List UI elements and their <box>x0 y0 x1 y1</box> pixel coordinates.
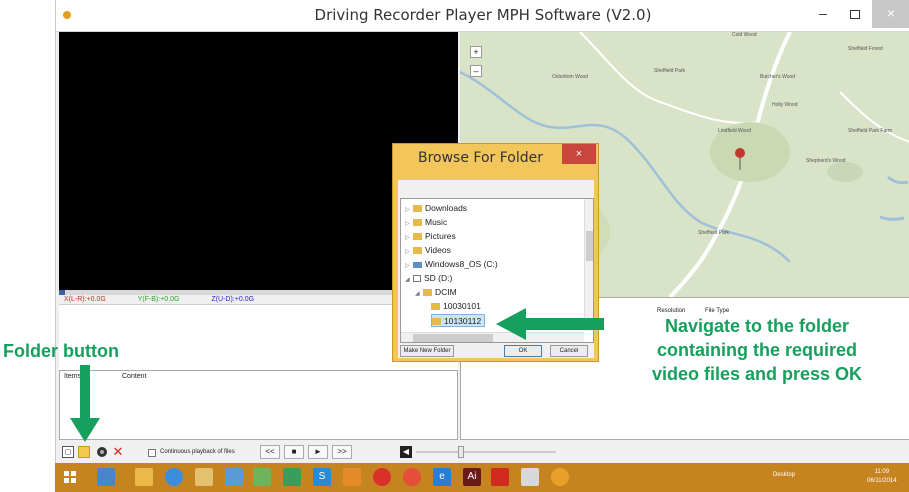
arrow-left-icon <box>496 308 604 340</box>
tray-desktop-label[interactable]: Desktop <box>773 472 795 478</box>
skype-icon[interactable]: S <box>313 468 331 486</box>
acrobat-icon[interactable] <box>491 468 509 486</box>
file-manager-icon[interactable] <box>195 468 213 486</box>
navigate-annotation-line: containing the required <box>656 340 857 360</box>
clock-time: 11:09 <box>874 469 890 475</box>
java-icon[interactable] <box>343 468 361 486</box>
start-button[interactable] <box>61 468 79 486</box>
navigate-annotation-line: video files and press OK <box>651 364 863 384</box>
leaf-app-icon[interactable] <box>253 468 271 486</box>
navigate-annotation: Navigate to the folder containing the re… <box>606 314 908 386</box>
explorer-icon[interactable] <box>135 468 153 486</box>
folder-button-annotation: Folder button <box>3 341 119 361</box>
clock-date: 06/11/2014 <box>867 478 897 484</box>
navigate-annotation-line: Navigate to the folder <box>664 316 850 336</box>
utility-app-icon[interactable] <box>521 468 539 486</box>
chrome-style-icon[interactable] <box>403 468 421 486</box>
desktop-app-icon[interactable] <box>97 468 115 486</box>
spreadsheet-icon[interactable] <box>283 468 301 486</box>
arrow-down-icon <box>70 365 100 442</box>
annotation-arrows <box>70 308 604 442</box>
browser-icon[interactable] <box>165 468 183 486</box>
taskbar-clock[interactable]: 11:09 06/11/2014 <box>867 468 897 486</box>
illustrator-icon[interactable]: Ai <box>463 468 481 486</box>
internet-explorer-icon[interactable]: e <box>433 468 451 486</box>
app-icon[interactable] <box>225 468 243 486</box>
media-app-icon[interactable] <box>373 468 391 486</box>
windows-taskbar: S e Ai Desktop 11:09 06/11/2014 <box>55 463 909 492</box>
player-app-icon[interactable] <box>551 468 569 486</box>
windows-logo-icon <box>64 471 76 483</box>
